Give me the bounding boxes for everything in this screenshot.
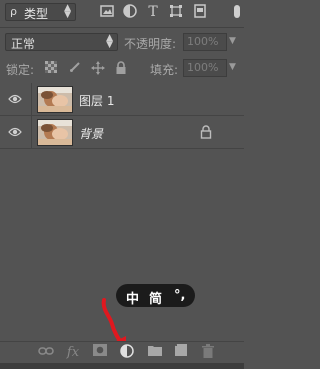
- adjustment-filter-icon[interactable]: [122, 4, 138, 20]
- blend-mode-label: 正常: [11, 37, 36, 51]
- opacity-input[interactable]: 100%: [183, 33, 227, 51]
- filter-row: ρ 类型 ▲ ▼ T: [0, 0, 244, 26]
- layer-thumbnail[interactable]: [37, 86, 73, 113]
- panel-bottom-edge: [0, 363, 244, 369]
- new-layer-icon[interactable]: [172, 344, 190, 362]
- visibility-toggle[interactable]: [0, 116, 32, 148]
- tooltip-char-3: °,: [174, 288, 186, 303]
- type-filter-icon[interactable]: T: [145, 4, 161, 20]
- tooltip-char-2: 简: [149, 292, 163, 307]
- layers-panel: ρ 类型 ▲ ▼ T 正常 ▲ ▼ 不透明度: 100% ▼ 锁定: 填充: 1…: [0, 0, 244, 369]
- lock-icon: [200, 125, 212, 139]
- lock-label: 锁定:: [6, 63, 35, 77]
- layer-name[interactable]: 图层 1: [79, 92, 114, 109]
- visibility-toggle[interactable]: [0, 83, 32, 115]
- lock-image-pixels-icon[interactable]: [68, 61, 82, 75]
- delete-layer-icon[interactable]: [199, 344, 217, 362]
- opacity-dropdown-icon[interactable]: ▼: [229, 36, 236, 46]
- blend-row: 正常 ▲ ▼ 不透明度: 100% ▼: [0, 27, 244, 56]
- eye-icon: [8, 94, 22, 104]
- fill-input[interactable]: 100%: [183, 59, 227, 77]
- select-arrows-icon: ▲ ▼: [64, 3, 71, 20]
- search-icon: ρ: [10, 5, 17, 18]
- new-group-icon[interactable]: [146, 344, 164, 362]
- lock-row: 锁定: 填充: 100% ▼: [0, 56, 244, 82]
- add-mask-icon[interactable]: [91, 344, 109, 362]
- filter-kind-select[interactable]: ρ 类型 ▲ ▼: [5, 3, 76, 21]
- image-filter-icon[interactable]: [99, 4, 115, 20]
- lock-transparent-pixels-icon[interactable]: [44, 61, 58, 75]
- layers-bottom-bar: fx: [0, 341, 244, 364]
- smart-object-filter-icon[interactable]: [192, 4, 208, 20]
- lock-all-icon[interactable]: [114, 61, 128, 75]
- fill-label: 填充:: [150, 63, 179, 77]
- opacity-label: 不透明度:: [124, 37, 177, 51]
- filter-kind-label: 类型: [24, 7, 49, 21]
- layer-thumbnail[interactable]: [37, 119, 73, 146]
- fx-icon[interactable]: fx: [64, 344, 82, 362]
- fill-dropdown-icon[interactable]: ▼: [229, 62, 236, 72]
- filter-toggle[interactable]: [234, 5, 240, 18]
- layer-name[interactable]: 背景: [79, 125, 103, 142]
- select-arrows-icon: ▲ ▼: [106, 33, 113, 50]
- layer-row-layer1[interactable]: 图层 1: [0, 83, 244, 116]
- layer-row-background[interactable]: 背景: [0, 116, 244, 149]
- new-adjustment-layer-icon[interactable]: [118, 344, 136, 362]
- lock-position-icon[interactable]: [91, 61, 105, 75]
- shape-filter-icon[interactable]: [168, 4, 184, 20]
- link-layers-icon[interactable]: [37, 344, 55, 362]
- eye-icon: [8, 127, 22, 137]
- blend-mode-select[interactable]: 正常 ▲ ▼: [5, 33, 118, 51]
